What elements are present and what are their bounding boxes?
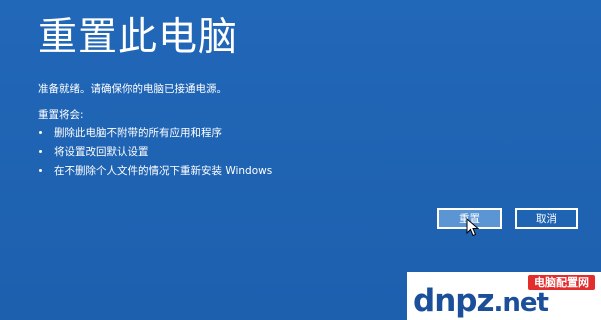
watermark-logo-tld: .net — [493, 288, 549, 318]
ready-message: 准备就绪。请确保你的电脑已接通电源。 — [38, 83, 227, 95]
list-item: 将设置改回默认设置 — [38, 142, 272, 161]
bullet-icon — [39, 131, 42, 134]
list-item-text: 将设置改回默认设置 — [54, 146, 149, 158]
cancel-button[interactable]: 取消 — [515, 208, 578, 229]
list-item-text: 在不删除个人文件的情况下重新安装 Windows — [54, 165, 273, 177]
mouse-cursor-icon — [466, 218, 480, 237]
bullet-icon — [39, 169, 42, 172]
site-watermark: 电脑配置网 dnpz.net — [407, 272, 601, 320]
watermark-logo: dnpz.net — [413, 283, 549, 320]
list-item: 在不删除个人文件的情况下重新安装 Windows — [38, 161, 272, 180]
watermark-logo-text: dnpz — [413, 283, 494, 319]
list-item-text: 删除此电脑不附带的所有应用和程序 — [54, 127, 222, 139]
list-item: 删除此电脑不附带的所有应用和程序 — [38, 123, 272, 142]
reset-will-label: 重置将会: — [38, 109, 84, 121]
page-title: 重置此电脑 — [38, 15, 239, 60]
reset-effects-list: 删除此电脑不附带的所有应用和程序 将设置改回默认设置 在不删除个人文件的情况下重… — [38, 123, 272, 180]
bullet-icon — [39, 150, 42, 153]
